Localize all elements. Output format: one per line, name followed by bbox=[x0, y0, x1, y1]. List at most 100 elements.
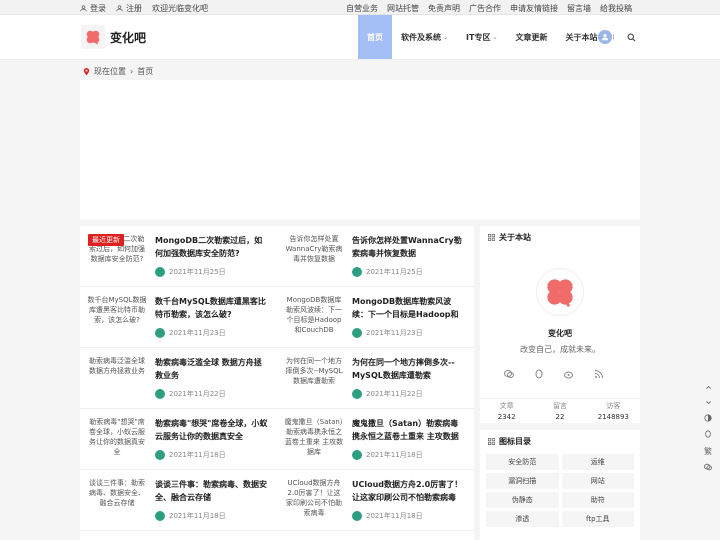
recent-badge: 最近更新 bbox=[88, 234, 124, 246]
post-title[interactable]: MongoDB二次勒索过后，如何加强数据库安全防范? bbox=[155, 234, 269, 260]
post-meta: 2021年11月22日 bbox=[155, 389, 226, 399]
calendar-icon bbox=[352, 267, 362, 277]
theme-toggle-button[interactable] bbox=[704, 414, 712, 424]
scroll-up-button[interactable] bbox=[705, 384, 712, 393]
register-link[interactable]: 注册 bbox=[116, 3, 142, 14]
post-card[interactable]: 为何在同一个地方摔倒多次--MySQL数据库遭勒索 为何在同一个地方摔倒多次--… bbox=[277, 348, 474, 409]
calendar-icon bbox=[155, 450, 165, 460]
post-date: 2021年11月18日 bbox=[169, 451, 226, 459]
site-logo[interactable] bbox=[81, 25, 105, 49]
post-thumbnail[interactable]: 魔鬼撒旦（Satan）勒索病毒携永恒之蓝卷土重来 主攻数据库 bbox=[284, 417, 344, 463]
about-motto: 改变自己，成就未来。 bbox=[520, 345, 600, 354]
qq-contact-button[interactable] bbox=[704, 430, 712, 440]
post-meta: 2021年11月23日 bbox=[352, 328, 423, 338]
breadcrumb-current[interactable]: 首页 bbox=[137, 66, 153, 77]
post-card[interactable]: 最近更新 MongoDB二次勒索过后，如何加强数据库安全防范? MongoDB二… bbox=[80, 226, 277, 287]
top-link-friend-links[interactable]: 申请友情链接 bbox=[510, 3, 558, 14]
top-link-guestbook[interactable]: 留言墙 bbox=[567, 3, 591, 14]
post-title[interactable]: 魔鬼撒旦（Satan）勒索病毒携永恒之蓝卷土重来 主攻数据库 bbox=[352, 417, 466, 445]
tag-item[interactable]: 安全防范 bbox=[486, 454, 559, 470]
post-title[interactable]: 为何在同一个地方摔倒多次--MySQL数据库遭勒索 bbox=[352, 356, 466, 382]
post-card[interactable]: 勒索病毒"想哭"席卷全球，小蚁云服务让你的数据真安全 勒索病毒"想哭"席卷全球，… bbox=[80, 409, 277, 470]
tag-item[interactable]: 网站 bbox=[561, 473, 634, 489]
stat-value: 2342 bbox=[497, 413, 516, 421]
top-link-business[interactable]: 自营业务 bbox=[346, 3, 378, 14]
post-title[interactable]: 告诉你怎样处置WannaCry勒索病毒并恢复数据 bbox=[352, 234, 466, 260]
post-title[interactable]: 谈谈三件事：勒索病毒、数据安全、融合云存储 bbox=[155, 478, 269, 504]
post-thumbnail[interactable]: 为何在同一个地方摔倒多次--MySQL数据库遭勒索 bbox=[284, 356, 344, 402]
top-bar-links: 自营业务 网站托管 免责声明 广告合作 申请友情链接 留言墙 给我投稿 bbox=[346, 3, 632, 14]
post-thumbnail[interactable]: MongoDB数据库勒索风波续：下一个目标是Hadoop和CouchDB bbox=[284, 295, 344, 341]
nav-about[interactable]: 关于本站⌄⋮ bbox=[557, 15, 626, 59]
post-thumbnail[interactable]: 谈谈三件事：勒索病毒、数据安全、融合云存储 bbox=[87, 478, 147, 524]
about-widget: 关于本站 变化吧 改变自己，成就未来。 文章 2342 留言 22 访客 214889… bbox=[480, 226, 640, 423]
post-card[interactable]: 数千台MySQL数据库遭黑客比特币勒索，该怎么破? 数千台MySQL数据库遭黑客… bbox=[80, 287, 277, 348]
post-thumbnail[interactable]: 数千台MySQL数据库遭黑客比特币勒索，该怎么破? bbox=[87, 295, 147, 341]
weibo-link[interactable] bbox=[562, 367, 576, 381]
user-avatar-button[interactable] bbox=[598, 30, 612, 44]
top-link-ads[interactable]: 广告合作 bbox=[469, 3, 501, 14]
nav-software-label: 软件及系统 bbox=[401, 32, 441, 42]
post-title[interactable]: UCloud数据方舟2.0厉害了！让这家印刷公司不怕勒索病毒 bbox=[352, 478, 466, 504]
top-link-disclaimer[interactable]: 免责声明 bbox=[428, 3, 460, 14]
wechat-icon bbox=[504, 370, 514, 378]
post-thumbnail[interactable]: 告诉你怎样处置WannaCry勒索病毒并恢复数据 bbox=[284, 234, 344, 280]
calendar-icon bbox=[352, 450, 362, 460]
post-title[interactable]: 勒索病毒"想哭"席卷全球，小蚁云服务让你的数据真安全 bbox=[155, 417, 269, 443]
top-link-submit[interactable]: 给我投稿 bbox=[600, 3, 632, 14]
top-link-hosting[interactable]: 网站托管 bbox=[387, 3, 419, 14]
nav-software[interactable]: 软件及系统 ⌄ bbox=[392, 15, 457, 59]
wechat-contact-button[interactable] bbox=[704, 463, 712, 473]
post-date: 2021年11月23日 bbox=[366, 329, 423, 337]
calendar-icon bbox=[352, 328, 362, 338]
post-title[interactable]: 勒索病毒泛滥全球 数据方舟拯救业务 bbox=[155, 356, 269, 382]
tag-item[interactable]: 漏洞扫描 bbox=[486, 473, 559, 489]
post-meta: 2021年11月22日 bbox=[352, 389, 423, 399]
wechat-link[interactable] bbox=[502, 367, 516, 381]
nav-home[interactable]: 首页 bbox=[358, 15, 392, 59]
traditional-chinese-button[interactable]: 繁 bbox=[704, 446, 712, 457]
post-list: 最近更新 MongoDB二次勒索过后，如何加强数据库安全防范? MongoDB二… bbox=[80, 226, 474, 540]
stat-label: 文章 bbox=[499, 402, 514, 410]
post-card[interactable]: 谈谈三件事：勒索病毒、数据安全、融合云存储 谈谈三件事：勒索病毒、数据安全、融合… bbox=[80, 470, 277, 531]
nav-home-label: 首页 bbox=[367, 32, 383, 42]
post-card[interactable]: 魔鬼撒旦（Satan）勒索病毒携永恒之蓝卷土重来 主攻数据库 魔鬼撒旦（Sata… bbox=[277, 409, 474, 470]
rss-link[interactable] bbox=[592, 367, 606, 381]
post-thumbnail[interactable]: 勒索病毒泛滥全球 数据方舟拯救业务 bbox=[87, 356, 147, 402]
scroll-down-button[interactable] bbox=[705, 399, 712, 408]
post-card[interactable]: UCloud数据方舟2.0厉害了！让这家印刷公司不怕勒索病毒 UCloud数据方… bbox=[277, 470, 474, 531]
post-card[interactable]: MongoDB数据库勒索风波续：下一个目标是Hadoop和CouchDB Mon… bbox=[277, 287, 474, 348]
nav-it-zone[interactable]: IT专区 ⌄ bbox=[457, 15, 506, 59]
post-title[interactable]: 数千台MySQL数据库遭黑客比特币勒索，该怎么破? bbox=[155, 295, 269, 321]
clover-logo-icon bbox=[547, 279, 573, 308]
post-card[interactable]: 告诉你怎样处置WannaCry勒索病毒并恢复数据 告诉你怎样处置WannaCry… bbox=[277, 226, 474, 287]
post-date: 2021年11月25日 bbox=[366, 268, 423, 276]
tag-item[interactable]: 伪静态 bbox=[486, 492, 559, 508]
rss-icon bbox=[594, 370, 603, 379]
main-nav: 首页 软件及系统⌄ IT专区⌄ 文章更新 关于本站⌄⋮ bbox=[358, 15, 626, 59]
user-icon bbox=[601, 33, 609, 41]
breadcrumb: 现在位置 › 首页 bbox=[83, 66, 153, 77]
post-card[interactable]: 勒索病毒泛滥全球 数据方舟拯救业务 勒索病毒泛滥全球 数据方舟拯救业务 2021… bbox=[80, 348, 277, 409]
breadcrumb-prefix: 现在位置 bbox=[94, 67, 126, 76]
stat-label: 访客 bbox=[606, 402, 621, 410]
tag-item[interactable]: 助符 bbox=[561, 492, 634, 508]
user-icon bbox=[80, 5, 87, 12]
nav-updates[interactable]: 文章更新 bbox=[507, 15, 557, 59]
nav-updates-label: 文章更新 bbox=[515, 32, 548, 42]
breadcrumb-separator: › bbox=[130, 67, 134, 76]
post-meta: 2021年11月18日 bbox=[352, 511, 423, 521]
post-title[interactable]: MongoDB数据库勒索风波续：下一个目标是Hadoop和CouchDB bbox=[352, 295, 466, 323]
tag-item[interactable]: 渗透 bbox=[486, 511, 559, 527]
post-thumbnail[interactable]: 勒索病毒"想哭"席卷全球，小蚁云服务让你的数据真安全 bbox=[87, 417, 147, 463]
post-thumbnail[interactable]: UCloud数据方舟2.0厉害了！让这家印刷公司不怕勒索病毒 bbox=[284, 478, 344, 524]
post-meta: 2021年11月18日 bbox=[155, 511, 226, 521]
tag-item[interactable]: 运维 bbox=[561, 454, 634, 470]
search-button[interactable] bbox=[624, 30, 638, 44]
tag-item[interactable]: ftp工具 bbox=[561, 511, 634, 527]
qq-link[interactable] bbox=[532, 367, 546, 381]
login-link[interactable]: 登录 bbox=[80, 3, 106, 14]
calendar-icon bbox=[155, 328, 165, 338]
grid-icon bbox=[488, 438, 495, 445]
site-name[interactable]: 变化吧 bbox=[110, 29, 146, 46]
